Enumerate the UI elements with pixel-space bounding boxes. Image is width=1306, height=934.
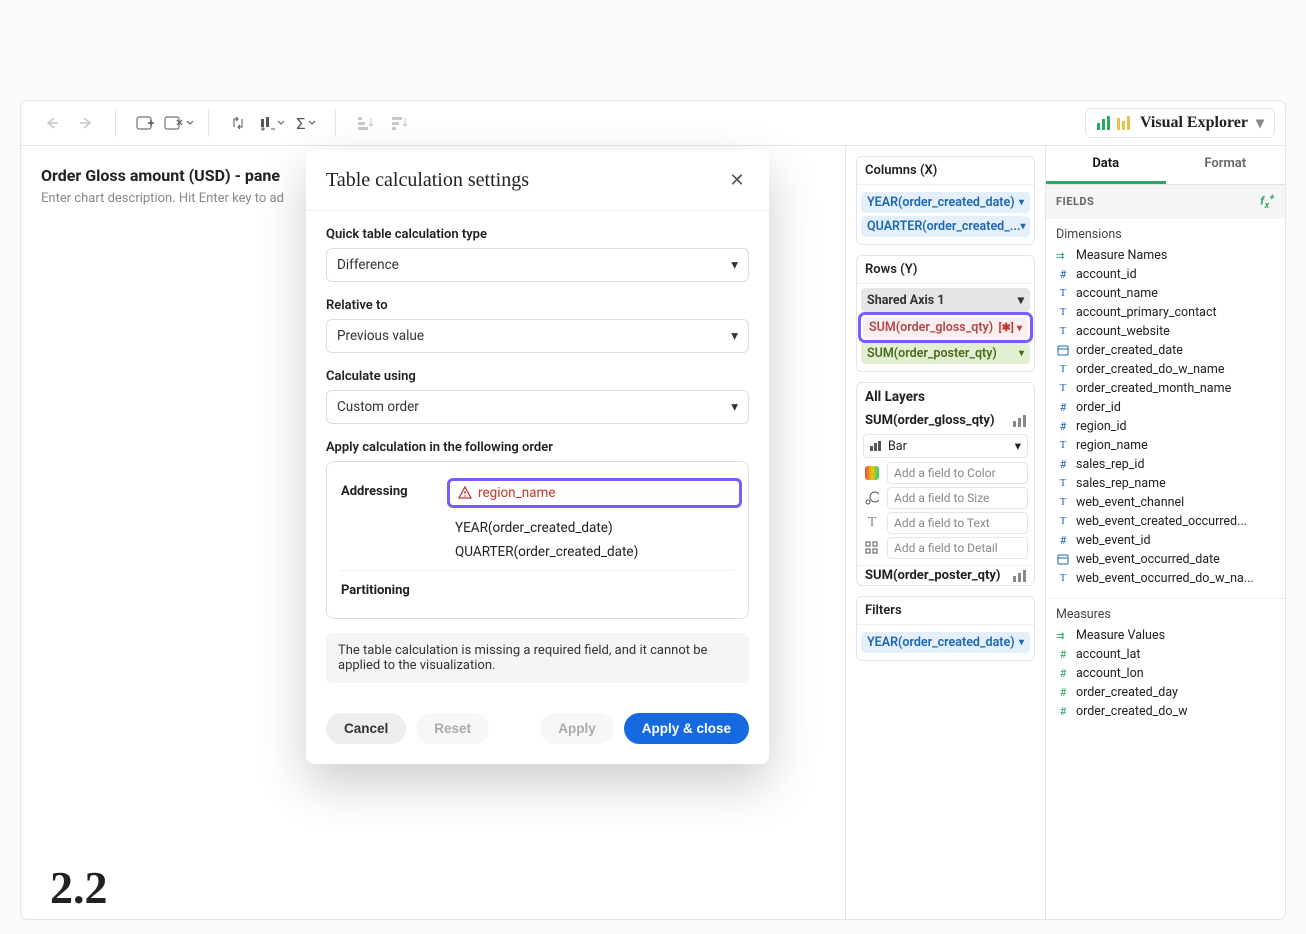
field-item[interactable]: Taccount_website — [1050, 322, 1281, 341]
column-pill[interactable]: YEAR(order_created_date)▾ — [861, 192, 1030, 213]
bar-icon — [1012, 415, 1026, 427]
color-icon — [863, 466, 881, 480]
warning-icon: [✱] — [999, 321, 1014, 334]
addressing-item-warn[interactable]: region_name — [458, 485, 556, 501]
field-item[interactable]: Tweb_event_created_occurred... — [1050, 512, 1281, 531]
field-item[interactable]: ⇉Measure Values — [1050, 626, 1281, 645]
swap-button[interactable] — [223, 108, 253, 138]
field-item[interactable]: #account_id — [1050, 265, 1281, 284]
addressing-item[interactable]: QUARTER(order_created_date) — [455, 544, 734, 560]
calc-using-label: Calculate using — [326, 369, 749, 384]
field-item[interactable]: #order_created_day — [1050, 683, 1281, 702]
cancel-button[interactable]: Cancel — [326, 713, 406, 744]
field-item[interactable]: ⇉Measure Names — [1050, 246, 1281, 265]
shared-axis[interactable]: Shared Axis 1▾ — [861, 288, 1030, 312]
field-item[interactable]: Taccount_name — [1050, 284, 1281, 303]
bar-icon — [1012, 570, 1026, 582]
warning-icon — [458, 486, 472, 500]
size-icon — [863, 491, 881, 505]
dimensions-list: ⇉Measure Names#account_idTaccount_nameTa… — [1046, 246, 1285, 599]
fx-button[interactable]: fx+ — [1260, 193, 1275, 211]
field-item[interactable]: Taccount_primary_contact — [1050, 303, 1281, 322]
field-item[interactable]: Torder_created_do_w_name — [1050, 360, 1281, 379]
tab-format[interactable]: Format — [1166, 146, 1286, 184]
order-box: Addressing region_name YEAR(order_create… — [326, 461, 749, 619]
row-pill-poster[interactable]: SUM(order_poster_qty)▾ — [861, 343, 1030, 364]
table-calc-modal: Table calculation settings ✕ Quick table… — [306, 150, 769, 764]
data-panel: Data Format FIELDS fx+ Dimensions ⇉Measu… — [1045, 146, 1285, 919]
field-item[interactable]: web_event_occurred_date — [1050, 550, 1281, 569]
mode-label: Visual Explorer — [1140, 114, 1248, 132]
addressing-label: Addressing — [341, 482, 431, 499]
calc-using-select[interactable]: Custom order▾ — [326, 390, 749, 424]
type-select[interactable]: Difference▾ — [326, 248, 749, 282]
relative-select[interactable]: Previous value▾ — [326, 319, 749, 353]
shelves-panel: Columns (X) YEAR(order_created_date)▾ QU… — [845, 146, 1045, 919]
close-button[interactable]: ✕ — [725, 168, 749, 192]
field-item[interactable]: #sales_rep_id — [1050, 455, 1281, 474]
reset-button[interactable]: Reset — [416, 713, 489, 744]
visual-explorer-icon — [1096, 115, 1132, 131]
order-label: Apply calculation in the following order — [326, 440, 749, 455]
svg-text:⇉: ⇉ — [1056, 251, 1064, 261]
text-icon: T — [863, 515, 881, 531]
dimensions-label: Dimensions — [1046, 219, 1285, 246]
back-button[interactable] — [37, 108, 67, 138]
filter-pill[interactable]: YEAR(order_created_date)▾ — [861, 632, 1030, 653]
warning-message: The table calculation is missing a requi… — [326, 633, 749, 683]
relative-label: Relative to — [326, 298, 749, 313]
field-item[interactable]: Tweb_event_channel — [1050, 493, 1281, 512]
tab-data[interactable]: Data — [1046, 146, 1166, 184]
bar-icon — [870, 441, 882, 451]
all-layers-header: All Layers — [857, 383, 1034, 411]
figure-number: 2.2 — [50, 861, 108, 914]
size-slot[interactable]: Add a field to Size — [887, 487, 1028, 509]
field-item[interactable]: Tweb_event_occurred_do_w_na... — [1050, 569, 1281, 588]
partitioning-label: Partitioning — [341, 581, 431, 598]
columns-header: Columns (X) — [857, 157, 1034, 185]
chevron-down-icon: ▾ — [1256, 113, 1264, 133]
apply-button[interactable]: Apply — [540, 713, 614, 744]
field-item[interactable]: Tsales_rep_name — [1050, 474, 1281, 493]
field-item[interactable]: #web_event_id — [1050, 531, 1281, 550]
field-item[interactable]: Torder_created_month_name — [1050, 379, 1281, 398]
vis-type-select[interactable]: Bar ▾ — [863, 434, 1028, 458]
toolbar: Σ Visual Explorer ▾ — [21, 101, 1285, 146]
text-slot[interactable]: Add a field to Text — [887, 512, 1028, 534]
svg-text:⇉: ⇉ — [1056, 631, 1064, 641]
sort-asc-button[interactable] — [350, 108, 380, 138]
color-slot[interactable]: Add a field to Color — [887, 462, 1028, 484]
sigma-button[interactable]: Σ — [291, 108, 321, 138]
sort-desc-button[interactable] — [384, 108, 414, 138]
add-chart-button[interactable] — [130, 108, 160, 138]
measures-label: Measures — [1046, 599, 1285, 626]
field-item[interactable]: Tregion_name — [1050, 436, 1281, 455]
layer-poster[interactable]: SUM(order_poster_qty) — [857, 566, 1034, 585]
rows-header: Rows (Y) — [857, 256, 1034, 284]
field-item[interactable]: #region_id — [1050, 417, 1281, 436]
detail-icon — [863, 541, 881, 555]
type-label: Quick table calculation type — [326, 227, 749, 242]
addressing-item[interactable]: YEAR(order_created_date) — [455, 520, 734, 536]
field-item[interactable]: #order_created_do_w — [1050, 702, 1281, 721]
field-item[interactable]: #account_lon — [1050, 664, 1281, 683]
mode-selector[interactable]: Visual Explorer ▾ — [1085, 108, 1275, 138]
field-item[interactable]: #account_lat — [1050, 645, 1281, 664]
layer-gloss[interactable]: SUM(order_gloss_qty) — [857, 411, 1034, 430]
row-pill-gloss[interactable]: SUM(order_gloss_qty) [✱] ▾ — [863, 317, 1028, 338]
detail-slot[interactable]: Add a field to Detail — [887, 537, 1028, 559]
filters-header: Filters — [857, 597, 1034, 625]
field-item[interactable]: #order_id — [1050, 398, 1281, 417]
fit-button[interactable] — [257, 108, 287, 138]
forward-button[interactable] — [71, 108, 101, 138]
modal-title: Table calculation settings — [326, 169, 529, 192]
field-item[interactable]: order_created_date — [1050, 341, 1281, 360]
column-pill[interactable]: QUARTER(order_created_...▾ — [861, 216, 1030, 237]
apply-close-button[interactable]: Apply & close — [624, 713, 749, 744]
fields-label: FIELDS — [1056, 195, 1094, 208]
remove-chart-button[interactable] — [164, 108, 194, 138]
measures-list: ⇉Measure Values#account_lat#account_lon#… — [1046, 626, 1285, 731]
